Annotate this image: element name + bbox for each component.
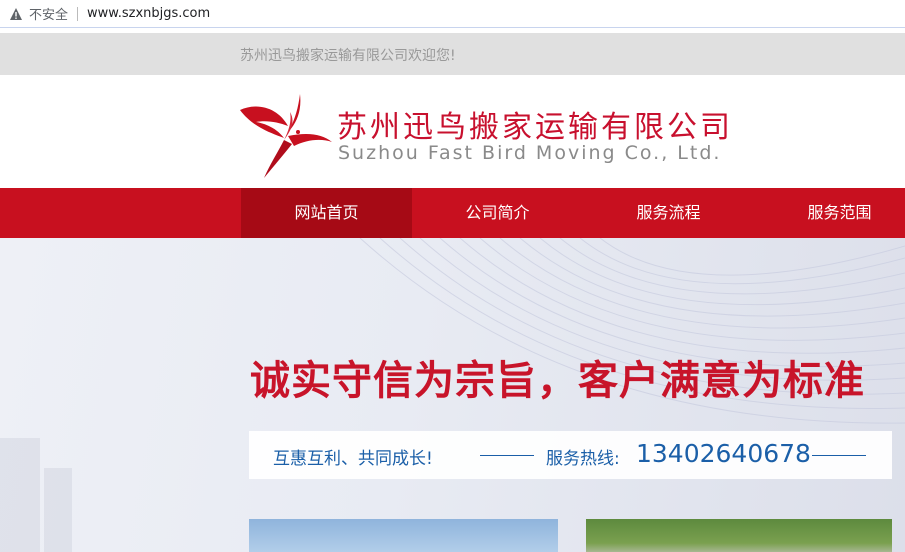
nav-item-scope[interactable]: 服务范围 — [754, 188, 905, 238]
nav-item-about[interactable]: 公司简介 — [412, 188, 583, 238]
welcome-text: 苏州迅鸟搬家运输有限公司欢迎您! — [240, 48, 456, 64]
hero-banner: 诚实守信为宗旨，客户满意为标准 互惠互利、共同成长! 服务热线: 1340264… — [0, 238, 905, 552]
url-text[interactable]: www.szxnbjgs.com — [87, 6, 210, 21]
company-name-en: Suzhou Fast Bird Moving Co., Ltd. — [338, 142, 722, 164]
nav-item-process[interactable]: 服务流程 — [583, 188, 754, 238]
welcome-bar: 苏州迅鸟搬家运输有限公司欢迎您! — [0, 33, 905, 75]
hotline-label: 服务热线: — [546, 449, 620, 469]
service-photo[interactable] — [586, 519, 892, 552]
divider-line — [480, 455, 534, 456]
address-separator — [77, 6, 79, 21]
bird-logo-icon[interactable] — [238, 92, 334, 180]
hotline-number[interactable]: 13402640678 — [636, 439, 811, 468]
hero-slogan: 诚实守信为宗旨，客户满意为标准 — [250, 357, 865, 404]
hotline-bar: 互惠互利、共同成长! 服务热线: 13402640678 — [249, 431, 892, 479]
nav-item-home[interactable]: 网站首页 — [241, 188, 412, 238]
divider-line — [812, 455, 866, 456]
company-name-cn: 苏州迅鸟搬家运输有限公司 — [337, 110, 733, 145]
motto-text: 互惠互利、共同成长! — [273, 449, 433, 469]
security-label[interactable]: 不安全 — [29, 4, 68, 23]
main-nav: 网站首页 公司简介 服务流程 服务范围 — [0, 188, 905, 238]
site-header: 苏州迅鸟搬家运输有限公司 Suzhou Fast Bird Moving Co.… — [0, 75, 905, 188]
service-photo[interactable] — [249, 519, 558, 552]
warning-icon — [10, 7, 22, 20]
address-bar[interactable]: 不安全 www.szxnbjgs.com — [0, 0, 905, 28]
